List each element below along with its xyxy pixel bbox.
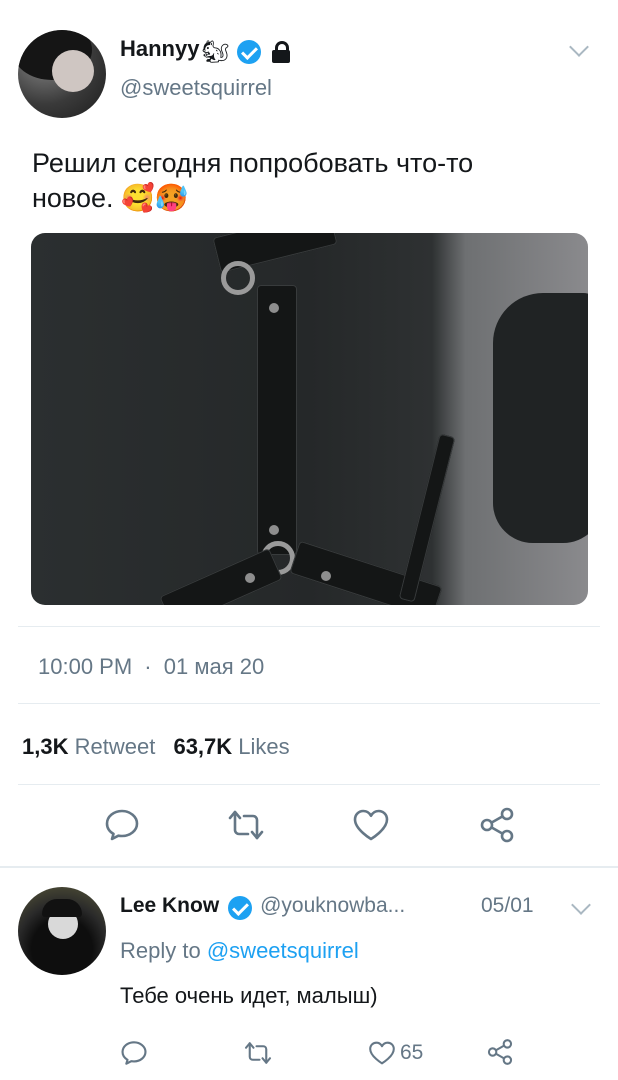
reply-icon[interactable] — [120, 1040, 148, 1066]
tweet-photo[interactable] — [31, 233, 588, 605]
share-icon[interactable] — [486, 1038, 514, 1066]
likes-count: 63,7K — [173, 734, 233, 759]
tweet-stats: 1,3K Retweet 63,7K Likes — [22, 734, 290, 760]
author-name-row[interactable]: Hannyy🐿 — [120, 36, 291, 66]
verified-icon — [237, 39, 262, 64]
chevron-down-icon[interactable] — [569, 37, 589, 57]
reply-avatar[interactable] — [18, 887, 106, 975]
reply-text: Тебе очень идет, малыш) — [120, 983, 378, 1008]
tweet-time: 10:00 PM — [38, 654, 133, 679]
reply-to-handle[interactable]: @sweetsquirrel — [207, 938, 359, 963]
retweet-icon[interactable] — [243, 1040, 273, 1066]
chevron-down-icon[interactable] — [571, 895, 591, 915]
like-icon[interactable] — [352, 808, 390, 842]
reply-to-line: Reply to @sweetsquirrel — [120, 938, 359, 964]
divider — [18, 626, 600, 627]
divider — [18, 703, 600, 704]
reply-display-name[interactable]: Lee Know — [120, 894, 219, 917]
verified-icon — [227, 895, 252, 920]
tweet-emojis: 🥰🥵 — [121, 183, 189, 213]
divider — [18, 784, 600, 785]
likes-label: Likes — [238, 734, 290, 759]
reply-header: Lee Know @youknowba... — [120, 894, 405, 920]
divider — [0, 866, 618, 868]
reply-icon[interactable] — [104, 808, 140, 842]
reply-date: 05/01 — [481, 894, 534, 917]
retweet-icon[interactable] — [226, 808, 266, 842]
retweets-count: 1,3K — [22, 734, 69, 759]
reply-to-prefix: Reply to — [120, 938, 201, 963]
lock-icon — [271, 40, 291, 63]
squirrel-emoji: 🐿 — [201, 38, 230, 64]
reply-like[interactable]: 65 — [368, 1040, 423, 1066]
tweet-date: 01 мая 20 — [163, 654, 265, 679]
like-icon[interactable] — [368, 1040, 396, 1066]
reply-likes-count: 65 — [400, 1041, 424, 1064]
author-handle[interactable]: @sweetsquirrel — [120, 75, 272, 101]
tweet-text-line2: новое. — [32, 183, 114, 213]
share-icon[interactable] — [478, 806, 516, 844]
meta-separator: · — [144, 654, 152, 679]
tweet-text-line1: Решил сегодня попробовать что-то — [32, 148, 474, 178]
author-display-name: Hannyy — [120, 36, 200, 61]
reply-handle[interactable]: @youknowba... — [260, 894, 405, 917]
retweets-label: Retweet — [74, 734, 156, 759]
tweet-timestamp: 10:00 PM · 01 мая 20 — [38, 654, 264, 680]
tweet-text: Решил сегодня попробовать что-то новое. … — [32, 146, 588, 216]
retweets-stat[interactable]: 1,3K Retweet — [22, 734, 155, 759]
author-avatar[interactable] — [18, 30, 106, 118]
likes-stat[interactable]: 63,7K Likes — [173, 734, 289, 759]
